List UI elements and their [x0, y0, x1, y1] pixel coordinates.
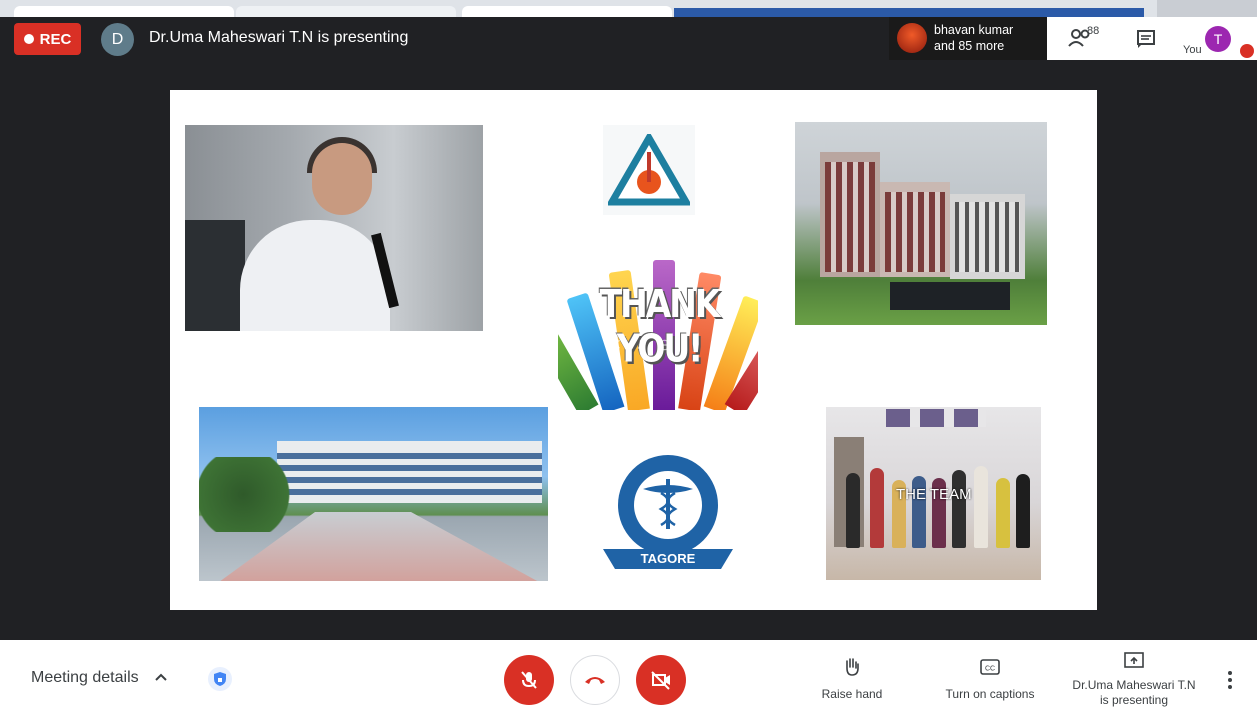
- speaker-photo: [185, 125, 483, 331]
- captions-button[interactable]: CC Turn on captions: [940, 656, 1040, 701]
- presenting-line-1: Dr.Uma Maheswari T.N: [1072, 678, 1196, 692]
- participant-more: and 85 more: [934, 39, 1005, 53]
- mic-off-icon: [521, 671, 537, 689]
- participants-preview[interactable]: bhavan kumar and 85 more: [889, 17, 1047, 60]
- presenter-avatar: D: [101, 23, 134, 56]
- thank-you-text: THANK YOU!: [599, 281, 721, 371]
- leave-call-button[interactable]: [570, 655, 620, 705]
- captions-label: Turn on captions: [945, 687, 1035, 701]
- college-logo: TAGORE: [603, 453, 733, 573]
- window-controls[interactable]: [1157, 0, 1257, 17]
- participant-count: 88: [1087, 25, 1100, 37]
- camera-toggle-button[interactable]: [636, 655, 686, 705]
- recording-label: REC: [39, 30, 72, 48]
- college-name: TAGORE: [640, 551, 696, 566]
- camera-off-icon: [651, 671, 670, 690]
- chat-icon[interactable]: [1135, 28, 1157, 50]
- shared-slide: THE TEAM THANK YOU! ✕ ♪ ⊖ TAGORE: [170, 90, 1097, 610]
- browser-tab[interactable]: [236, 6, 456, 17]
- mic-off-icon: [1240, 44, 1254, 58]
- tile-overlay-controls[interactable]: ✕ ♪ ⊖: [584, 333, 696, 357]
- captions-icon: CC: [980, 659, 1000, 675]
- more-vert-icon[interactable]: [1227, 670, 1233, 690]
- top-right-toolbar: 88 You T: [1047, 17, 1257, 60]
- hand-icon: [846, 658, 859, 676]
- pin-icon[interactable]: ✕: [609, 335, 622, 355]
- svg-text:CC: CC: [985, 666, 995, 673]
- team-label: THE TEAM: [896, 486, 972, 503]
- hospital-building-photo: [795, 122, 1047, 325]
- participant-avatar: [897, 23, 927, 53]
- presenting-status-button[interactable]: Dr.Uma Maheswari T.N is presenting: [1068, 650, 1200, 708]
- browser-tab[interactable]: [462, 6, 672, 17]
- present-icon: [1124, 652, 1144, 668]
- browser-tab-strip: [0, 0, 1257, 17]
- triangle-logo-icon: [608, 134, 690, 206]
- raise-hand-label: Raise hand: [821, 687, 883, 701]
- browser-tab-active[interactable]: [674, 8, 1144, 17]
- record-dot-icon: [23, 34, 34, 44]
- remove-icon[interactable]: ⊖: [658, 335, 671, 355]
- college-building-photo: [199, 407, 548, 581]
- mute-icon[interactable]: ♪: [636, 336, 644, 354]
- meeting-details-button[interactable]: Meeting details: [31, 669, 139, 687]
- institution-logo: [603, 125, 695, 215]
- team-photo: THE TEAM: [826, 407, 1041, 580]
- self-avatar: T: [1205, 26, 1231, 52]
- presentation-stage: REC D Dr.Uma Maheswari T.N is presenting…: [0, 0, 1257, 640]
- self-label: You: [1183, 44, 1202, 56]
- participant-name: bhavan kumar: [934, 23, 1014, 37]
- mic-toggle-button[interactable]: [504, 655, 554, 705]
- thank-you-graphic: THANK YOU! ✕ ♪ ⊖: [558, 235, 758, 410]
- recording-badge: REC: [14, 23, 81, 55]
- hangup-icon: [585, 677, 605, 684]
- presenter-banner: Dr.Uma Maheswari T.N is presenting: [149, 29, 409, 46]
- raise-hand-button[interactable]: Raise hand: [816, 656, 888, 701]
- shield-icon[interactable]: [208, 667, 232, 691]
- chevron-up-icon[interactable]: [154, 670, 168, 684]
- browser-tab[interactable]: [14, 6, 234, 17]
